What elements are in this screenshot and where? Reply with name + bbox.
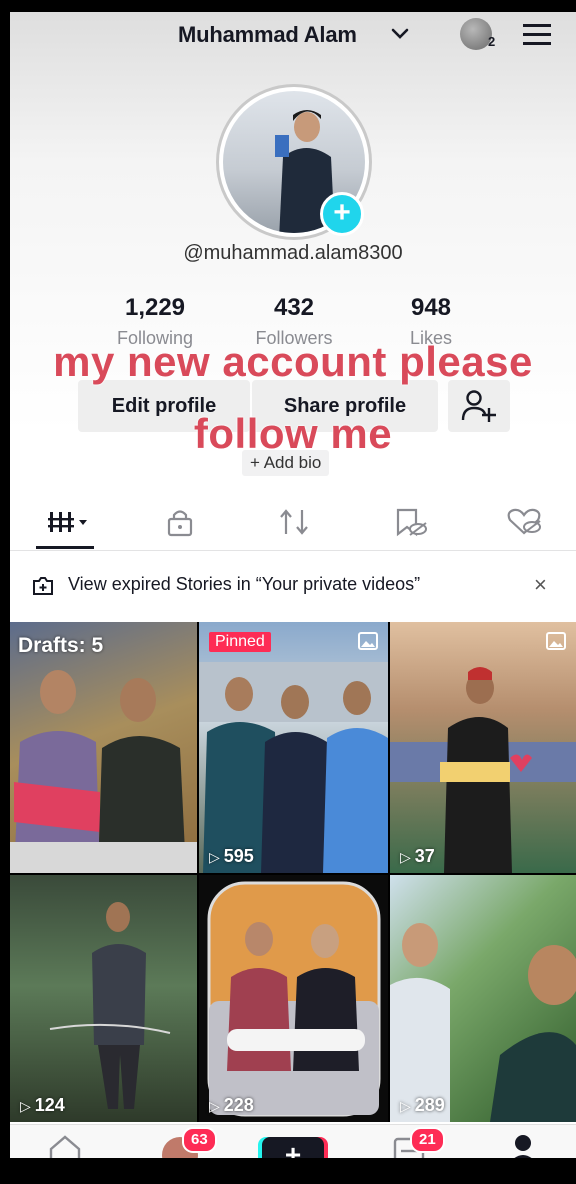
photo-icon (546, 632, 566, 650)
likes-label: Likes (409, 328, 453, 348)
video-thumbnail (49, 902, 171, 1109)
play-icon: ▷ (400, 849, 411, 865)
add-bio-button[interactable]: + Add bio (242, 450, 330, 476)
expired-stories-banner[interactable]: View expired Stories in “Your private vi… (10, 552, 576, 620)
pinned-thumbnail (199, 662, 388, 873)
play-icon: ▷ (400, 1098, 411, 1114)
add-friends-button[interactable] (448, 380, 510, 432)
view-count: ▷ 595 (209, 846, 254, 867)
inbox-badge: 21 (410, 1127, 445, 1153)
video-thumbnail (390, 923, 576, 1122)
followers-label: Followers (255, 328, 333, 348)
view-count: ▷ 289 (400, 1095, 445, 1116)
close-icon[interactable]: × (534, 572, 547, 598)
view-count-value: 595 (223, 846, 254, 866)
account-notification-count: 2 (488, 34, 496, 49)
expired-stories-text: View expired Stories in “Your private vi… (68, 574, 421, 594)
following-label: Following (116, 328, 194, 348)
view-count-value: 37 (414, 846, 435, 866)
video-tile[interactable]: ▷ 289 (390, 875, 576, 1122)
video-tile[interactable]: ▷ 37 (390, 622, 576, 873)
pinned-video-tile[interactable]: Pinned ▷ 595 (199, 622, 388, 873)
active-tab-indicator (36, 546, 94, 549)
tab-reposts-icon[interactable] (274, 506, 314, 538)
drafts-label: Drafts: 5 (18, 634, 104, 657)
stat-following[interactable]: 1,229 Following (95, 294, 215, 349)
account-name-switcher[interactable]: Muhammad Alam (178, 22, 357, 48)
profile-icon[interactable] (508, 1133, 538, 1158)
pinned-badge: Pinned (209, 632, 271, 652)
play-icon: ▷ (209, 849, 220, 865)
bottom-navigation: 63 + 21 (10, 1124, 576, 1158)
play-icon: ▷ (209, 1098, 220, 1114)
stat-followers[interactable]: 432 Followers (234, 294, 354, 349)
video-tile[interactable]: ▷ 124 (10, 875, 197, 1122)
photo-icon (358, 632, 378, 650)
add-story-button[interactable]: + (320, 192, 364, 236)
drafts-tile[interactable]: Drafts: 5 (10, 622, 197, 873)
edit-profile-button[interactable]: Edit profile (78, 380, 250, 432)
create-button[interactable]: + (262, 1137, 324, 1158)
view-count: ▷ 37 (400, 846, 435, 867)
tab-liked-hidden-icon[interactable] (504, 506, 544, 538)
menu-icon[interactable] (522, 22, 552, 48)
view-count: ▷ 124 (20, 1095, 65, 1116)
video-thumbnail (207, 881, 381, 1117)
add-story-camera-icon (33, 577, 53, 595)
play-icon: ▷ (20, 1098, 31, 1114)
view-count-value: 228 (223, 1095, 254, 1115)
likes-count: 948 (410, 294, 452, 321)
tab-private-lock-icon[interactable] (160, 506, 200, 538)
share-profile-button[interactable]: Share profile (252, 380, 438, 432)
profile-username: @muhammad.alam8300 (183, 242, 403, 264)
video-grid: Drafts: 5 Pinned ▷ 595 ▷ 37 ▷ 124 ▷ 228 … (10, 622, 576, 1122)
home-icon[interactable] (48, 1133, 82, 1158)
followers-count: 432 (273, 294, 315, 321)
add-person-icon (461, 390, 496, 422)
friends-badge: 63 (182, 1127, 217, 1153)
drafts-thumbnail (10, 670, 197, 873)
view-count-value: 124 (34, 1095, 65, 1115)
video-tile[interactable]: ▷ 228 (199, 875, 388, 1122)
profile-tabs (10, 500, 576, 551)
video-thumbnail (390, 667, 576, 873)
view-count: ▷ 228 (209, 1095, 254, 1116)
stat-likes[interactable]: 948 Likes (371, 294, 491, 349)
profile-screen: Muhammad Alam 2 + @muhammad.alam8300 1,2… (10, 12, 576, 1158)
tab-favorites-hidden-icon[interactable] (390, 506, 430, 538)
tab-videos-grid-icon[interactable] (46, 506, 96, 538)
following-count: 1,229 (124, 294, 186, 321)
view-count-value: 289 (414, 1095, 445, 1115)
chevron-down-icon[interactable] (390, 24, 410, 44)
